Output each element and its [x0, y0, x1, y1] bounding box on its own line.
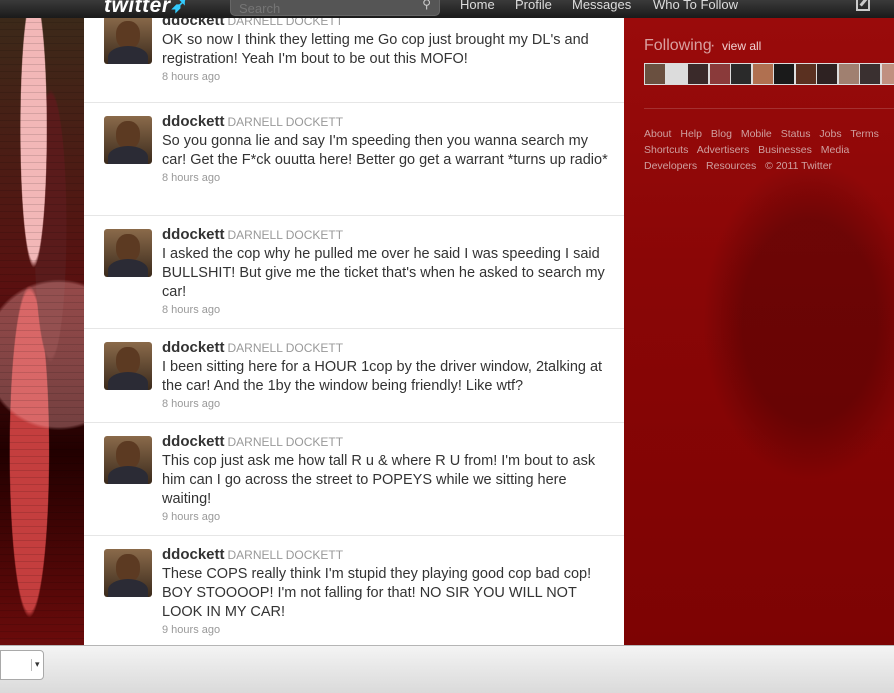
tweet-fullname: DARNELL DOCKETT — [228, 341, 344, 355]
following-heading: Following — [644, 37, 712, 55]
nav-home[interactable]: Home — [460, 0, 495, 12]
search-input[interactable] — [237, 0, 411, 17]
following-avatar[interactable] — [709, 63, 731, 85]
tweet-fullname: DARNELL DOCKETT — [228, 548, 344, 562]
tweet-item[interactable]: ddockettDARNELL DOCKETT OK so now I thin… — [84, 18, 624, 103]
tweet-timestamp[interactable]: 8 hours ago — [162, 71, 610, 83]
bird-icon: ➶ — [171, 0, 189, 17]
search-icon[interactable]: ⚲ — [422, 0, 431, 11]
following-avatar[interactable] — [687, 63, 709, 85]
avatar[interactable] — [104, 116, 152, 164]
tweet-text: So you gonna lie and say I'm speeding th… — [162, 132, 610, 170]
footer-link[interactable]: Blog — [711, 128, 732, 140]
following-avatar[interactable] — [838, 63, 860, 85]
tweet-fullname: DARNELL DOCKETT — [228, 18, 344, 28]
view-all-link[interactable]: view all — [722, 39, 761, 53]
tweet-text: This cop just ask me how tall R u & wher… — [162, 452, 610, 509]
nav-profile[interactable]: Profile — [515, 0, 552, 12]
dropdown-select[interactable]: ▾ — [0, 650, 44, 680]
browser-bottom-bar: ▾ — [0, 645, 894, 693]
dropdown-arrow-icon[interactable]: ▾ — [31, 659, 40, 671]
tweet-timestamp[interactable]: 9 hours ago — [162, 624, 610, 636]
avatar[interactable] — [104, 436, 152, 484]
footer-link[interactable]: Help — [680, 128, 702, 140]
footer-link[interactable]: Shortcuts — [644, 144, 688, 156]
nav-who-to-follow[interactable]: Who To Follow — [653, 0, 738, 12]
tweet-handle[interactable]: ddockett — [162, 113, 225, 130]
separator-dot: · — [710, 37, 715, 55]
footer-link[interactable]: Resources — [706, 160, 756, 172]
avatar[interactable] — [104, 342, 152, 390]
tweet-fullname: DARNELL DOCKETT — [228, 228, 344, 242]
tweet-item[interactable]: ddockettDARNELL DOCKETT I been sitting h… — [84, 329, 624, 423]
tweet-text: OK so now I think they letting me Go cop… — [162, 31, 610, 69]
tweet-fullname: DARNELL DOCKETT — [228, 115, 344, 129]
following-avatar[interactable] — [881, 63, 894, 85]
tweet-timestamp[interactable]: 8 hours ago — [162, 172, 610, 184]
footer-link[interactable]: Jobs — [819, 128, 841, 140]
tweet-item[interactable]: ddockettDARNELL DOCKETT This cop just as… — [84, 423, 624, 536]
sidebar-panel — [624, 18, 894, 645]
footer-link[interactable]: Advertisers — [697, 144, 750, 156]
footer-link: © 2011 Twitter — [765, 160, 832, 172]
footer-link[interactable]: About — [644, 128, 671, 140]
search-box[interactable]: ⚲ — [230, 0, 440, 16]
tweet-handle[interactable]: ddockett — [162, 546, 225, 563]
tweet-text: I been sitting here for a HOUR 1cop by t… — [162, 358, 610, 396]
following-avatar[interactable] — [816, 63, 838, 85]
tweet-timeline: ddockettDARNELL DOCKETT OK so now I thin… — [84, 18, 624, 645]
profile-background-left — [0, 0, 84, 645]
tweet-timestamp[interactable]: 9 hours ago — [162, 511, 610, 523]
avatar[interactable] — [104, 549, 152, 597]
tweet-timestamp[interactable]: 8 hours ago — [162, 304, 610, 316]
following-avatar[interactable] — [644, 63, 666, 85]
tweet-text: I asked the cop why he pulled me over he… — [162, 245, 610, 302]
compose-tweet-icon[interactable] — [856, 0, 870, 11]
sidebar-footer-links: About Help Blog Mobile Status Jobs Terms… — [644, 126, 894, 174]
footer-link[interactable]: Mobile — [741, 128, 772, 140]
tweet-item[interactable]: ddockettDARNELL DOCKETT So you gonna lie… — [84, 103, 624, 216]
tweet-text: These COPS really think I'm stupid they … — [162, 565, 610, 622]
tweet-fullname: DARNELL DOCKETT — [228, 435, 344, 449]
following-avatar[interactable] — [795, 63, 817, 85]
following-avatar[interactable] — [730, 63, 752, 85]
tweet-item[interactable]: ddockettDARNELL DOCKETT I asked the cop … — [84, 216, 624, 329]
tweet-item[interactable]: ddockettDARNELL DOCKETT These COPS reall… — [84, 536, 624, 645]
footer-link[interactable]: Status — [781, 128, 811, 140]
following-avatar[interactable] — [666, 63, 688, 85]
tweet-handle[interactable]: ddockett — [162, 18, 225, 29]
tweet-handle[interactable]: ddockett — [162, 433, 225, 450]
footer-link[interactable]: Media — [821, 144, 850, 156]
avatar[interactable] — [104, 18, 152, 64]
top-navigation-bar: twitter➶ ⚲ Home Profile Messages Who To … — [0, 0, 894, 18]
following-avatar[interactable] — [773, 63, 795, 85]
following-avatar[interactable] — [752, 63, 774, 85]
footer-link[interactable]: Businesses — [758, 144, 812, 156]
footer-link[interactable]: Terms — [850, 128, 879, 140]
footer-link[interactable]: Developers — [644, 160, 697, 172]
tweet-handle[interactable]: ddockett — [162, 226, 225, 243]
tweet-handle[interactable]: ddockett — [162, 339, 225, 356]
tweet-timestamp[interactable]: 8 hours ago — [162, 398, 610, 410]
twitter-logo[interactable]: twitter➶ — [104, 0, 189, 18]
following-avatar[interactable] — [859, 63, 881, 85]
sidebar-divider — [644, 108, 894, 109]
avatar[interactable] — [104, 229, 152, 277]
nav-messages[interactable]: Messages — [572, 0, 631, 12]
